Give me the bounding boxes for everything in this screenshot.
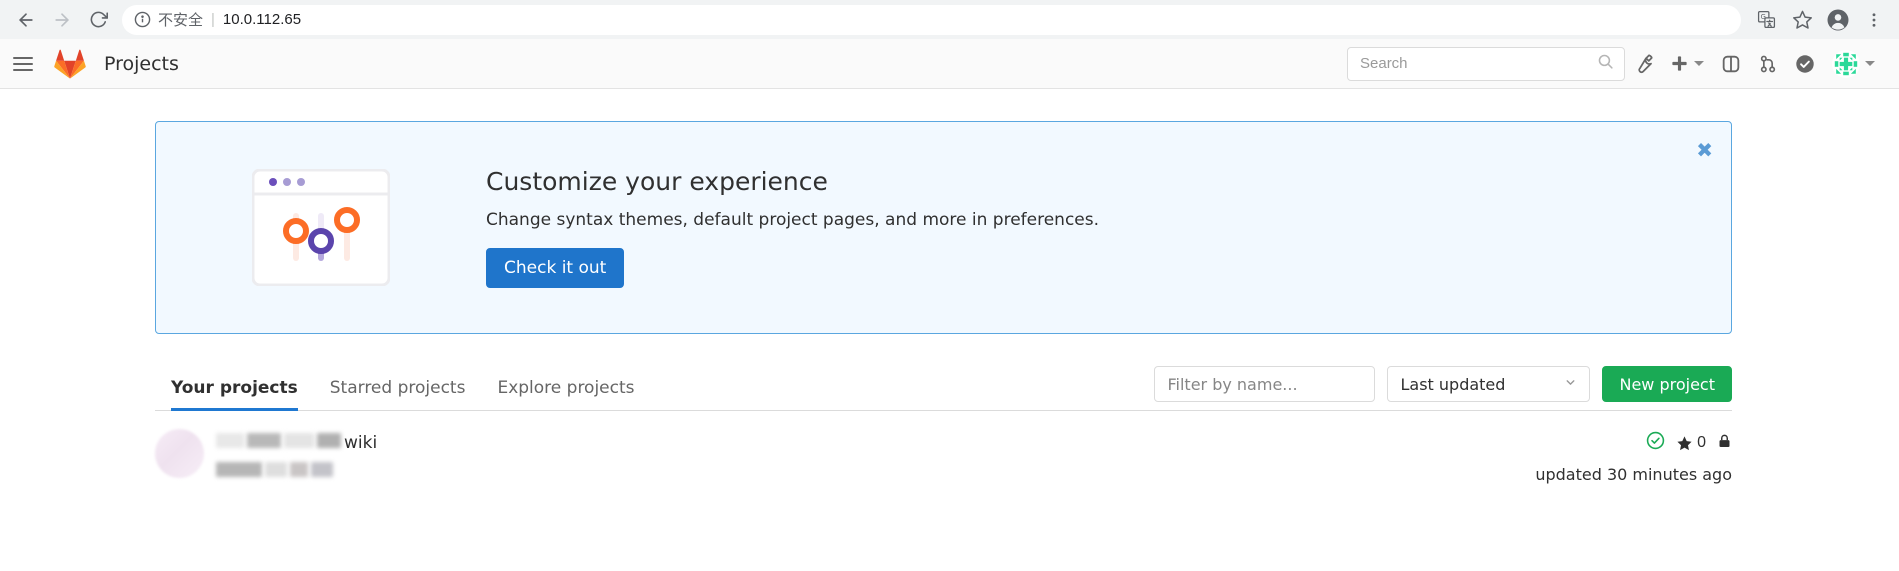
three-dot-menu-icon[interactable] <box>1857 3 1891 37</box>
projects-tabs-row: Your projects Starred projects Explore p… <box>155 363 1732 411</box>
redacted-block <box>284 433 314 448</box>
chevron-down-icon <box>1564 376 1577 393</box>
search-input[interactable] <box>1358 54 1597 73</box>
filter-by-name-input[interactable] <box>1154 366 1376 402</box>
star-filled-icon <box>1677 435 1692 450</box>
redacted-block <box>247 433 281 448</box>
issues-icon[interactable] <box>1712 39 1750 88</box>
gitlab-tanuki-logo[interactable] <box>54 49 86 79</box>
project-updated-text: updated 30 minutes ago <box>1535 465 1732 484</box>
project-name[interactable]: wiki <box>216 433 377 453</box>
new-project-button[interactable]: New project <box>1602 366 1732 402</box>
preferences-sliders-illustration <box>156 169 486 286</box>
merge-requests-icon[interactable] <box>1750 39 1786 88</box>
new-dropdown-icon[interactable] <box>1662 39 1712 88</box>
site-info-icon[interactable] <box>134 11 151 28</box>
projects-toolbar: Last updated New project <box>1154 366 1732 410</box>
project-description <box>216 462 377 477</box>
page-title: Projects <box>104 52 179 75</box>
star-count: 0 <box>1697 434 1706 451</box>
project-name-suffix: wiki <box>344 433 378 453</box>
banner-title: Customize your experience <box>486 167 828 196</box>
admin-wrench-icon[interactable] <box>1625 39 1662 88</box>
hamburger-menu-icon[interactable] <box>0 39 46 88</box>
banner-subtitle: Change syntax themes, default project pa… <box>486 210 1100 230</box>
page-content: Customize your experience Change syntax … <box>0 121 1899 571</box>
redacted-block <box>290 462 308 477</box>
customize-experience-banner: Customize your experience Change syntax … <box>155 121 1732 334</box>
project-list-item[interactable]: wiki 0 updated 30 minutes ago <box>155 411 1732 484</box>
browser-actions: G <box>1749 3 1891 37</box>
pipeline-status-icon[interactable] <box>1646 431 1665 455</box>
address-bar[interactable]: 不安全 | 10.0.112.65 <box>122 4 1741 35</box>
project-info: wiki <box>216 429 377 477</box>
translate-icon[interactable]: G <box>1749 3 1783 37</box>
address-separator: | <box>211 11 215 28</box>
project-avatar <box>155 429 204 478</box>
back-button[interactable] <box>8 2 44 38</box>
project-identity: wiki <box>155 429 1535 478</box>
redacted-block <box>216 433 244 448</box>
check-it-out-button[interactable]: Check it out <box>486 248 625 288</box>
project-meta-icons: 0 <box>1535 431 1732 455</box>
browser-toolbar: 不安全 | 10.0.112.65 G <box>0 0 1899 39</box>
security-label: 不安全 <box>158 11 204 29</box>
todos-icon[interactable] <box>1786 39 1824 88</box>
reload-button[interactable] <box>80 2 116 38</box>
url-text: 10.0.112.65 <box>222 11 302 28</box>
sort-dropdown[interactable]: Last updated <box>1387 366 1591 402</box>
chevron-down-icon <box>1865 61 1875 66</box>
chevron-down-icon <box>1694 61 1704 66</box>
tab-explore-projects[interactable]: Explore projects <box>481 378 650 410</box>
bookmark-star-icon[interactable] <box>1785 3 1819 37</box>
redacted-block <box>216 462 262 477</box>
banner-text-block: Customize your experience Change syntax … <box>486 167 1731 288</box>
close-icon[interactable]: ✖ <box>1696 140 1713 160</box>
redacted-block <box>265 462 287 477</box>
project-meta: 0 updated 30 minutes ago <box>1535 429 1732 484</box>
tab-starred-projects[interactable]: Starred projects <box>314 378 482 410</box>
search-box[interactable] <box>1347 46 1625 81</box>
tab-your-projects[interactable]: Your projects <box>155 378 314 411</box>
redacted-block <box>311 462 333 477</box>
star-count-group[interactable]: 0 <box>1676 434 1706 452</box>
forward-button[interactable] <box>44 2 80 38</box>
gitlab-top-navbar: Projects <box>0 39 1899 89</box>
sort-dropdown-value: Last updated <box>1400 374 1506 394</box>
search-icon <box>1597 53 1614 75</box>
identicon-avatar <box>1832 49 1860 78</box>
navbar-icon-group <box>1625 39 1899 88</box>
user-avatar[interactable] <box>1824 39 1883 88</box>
redacted-block <box>317 433 341 448</box>
lock-icon <box>1717 433 1732 454</box>
profile-avatar-icon[interactable] <box>1821 3 1855 37</box>
